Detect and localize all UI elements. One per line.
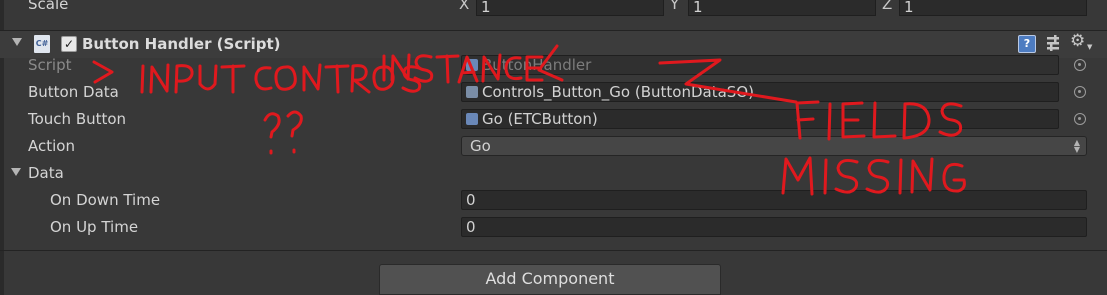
handwritten-annotations <box>92 44 966 196</box>
